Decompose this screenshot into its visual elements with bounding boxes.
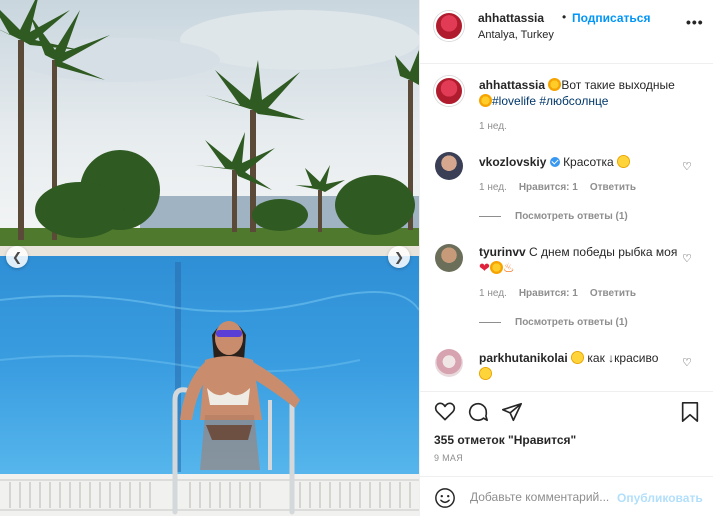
comment-body: Красотка [563, 155, 614, 169]
caption-text: ahhattassia Вот такие выходные #lovelife… [479, 77, 689, 109]
instagram-post: ❮ ❯ ahhattassia • Подписаться Antalya, T… [0, 0, 713, 516]
author-username[interactable]: ahhattassia [478, 11, 544, 25]
view-replies-button[interactable]: Посмотреть ответы (1) [479, 317, 628, 328]
post-date[interactable]: 9 МАЯ [434, 453, 463, 463]
comment-likes-count[interactable]: Нравится: 1 [519, 288, 578, 299]
comment-body: красиво [614, 351, 659, 365]
heart-eyes-emoji-icon [616, 155, 630, 168]
comment-like-heart-icon[interactable]: ♡ [682, 160, 692, 173]
follow-button[interactable]: Подписаться [572, 11, 650, 25]
smiley-icon[interactable] [434, 487, 456, 509]
comment-text: tyurinvv С днем победы рыбка моя ❤ ♨ [479, 244, 689, 276]
comment-meta: 1 нед. Нравится: 1 Ответить [479, 288, 636, 299]
sun-emoji-icon [548, 78, 562, 91]
publish-button[interactable]: Опубликовать [617, 491, 703, 505]
comment-username[interactable]: vkozlovskiy [479, 155, 546, 169]
comment-input[interactable] [470, 487, 620, 507]
previous-photo-button[interactable]: ❮ [6, 246, 28, 268]
post-side-panel: ahhattassia • Подписаться Antalya, Turke… [419, 0, 713, 516]
red-heart-emoji-icon: ❤ [479, 260, 490, 275]
comment-username[interactable]: tyurinvv [479, 245, 526, 259]
comment-likes-count[interactable]: Нравится: 1 [519, 182, 578, 193]
caption-avatar[interactable] [434, 76, 464, 106]
comment-meta: 1 нед. Нравится: 1 Ответить [479, 182, 636, 193]
caption-meta: 1 нед. [479, 121, 507, 132]
post-photo[interactable]: ❮ ❯ [0, 0, 419, 516]
paper-plane-icon[interactable] [501, 401, 523, 423]
comments-list[interactable]: ahhattassia Вот такие выходные #lovelife… [420, 64, 713, 391]
caption-body: Вот такие выходные [561, 78, 675, 92]
post-actions: 355 отметок "Нравится" 9 МАЯ [420, 391, 713, 471]
post-header: ahhattassia • Подписаться Antalya, Turke… [420, 0, 713, 64]
view-replies-button[interactable]: Посмотреть ответы (1) [479, 211, 628, 222]
caption-hashtags[interactable]: #lovelife #любсолнце [492, 94, 608, 108]
post-location[interactable]: Antalya, Turkey [478, 29, 554, 41]
caption-username[interactable]: ahhattassia [479, 78, 545, 92]
header-separator: • [562, 10, 567, 24]
comment-text: parkhutanikolai как ↓красиво [479, 350, 689, 382]
more-options-button[interactable]: ••• [686, 14, 704, 30]
chevron-right-icon: ❯ [393, 250, 405, 264]
pool-scene-illustration [0, 0, 419, 516]
bookmark-icon[interactable] [680, 401, 700, 423]
comment-like-heart-icon[interactable]: ♡ [682, 356, 692, 369]
view-replies-label: Посмотреть ответы (1) [515, 211, 628, 222]
likes-count[interactable]: 355 отметок "Нравится" [434, 433, 576, 447]
comment-like-heart-icon[interactable]: ♡ [682, 252, 692, 265]
author-avatar[interactable] [434, 11, 464, 41]
comment-reply-button[interactable]: Ответить [590, 288, 636, 299]
comment-time[interactable]: 1 нед. [479, 182, 507, 193]
comment-username[interactable]: parkhutanikolai [479, 351, 568, 365]
commenter-avatar[interactable] [435, 244, 463, 272]
comment-icon[interactable] [467, 401, 489, 423]
hands-emoji-icon [489, 261, 503, 274]
replies-divider [479, 322, 501, 323]
comment-text: vkozlovskiy Красотка [479, 154, 689, 170]
comment-body: как [587, 351, 605, 365]
comment-body: С днем победы рыбка моя [529, 245, 678, 259]
commenter-avatar[interactable] [435, 349, 463, 377]
chevron-left-icon: ❮ [11, 250, 23, 264]
add-comment-bar: Опубликовать [420, 476, 713, 516]
smiling-emoji-icon [571, 351, 585, 364]
comment-reply-button[interactable]: Ответить [590, 182, 636, 193]
caption-time[interactable]: 1 нед. [479, 121, 507, 132]
comment-time[interactable]: 1 нед. [479, 288, 507, 299]
heart-icon[interactable] [434, 401, 456, 421]
replies-divider [479, 216, 501, 217]
view-replies-label: Посмотреть ответы (1) [515, 317, 628, 328]
commenter-avatar[interactable] [435, 152, 463, 180]
sun-emoji-icon [479, 94, 492, 107]
fire-emoji-icon: ♨ [502, 260, 515, 275]
next-photo-button[interactable]: ❯ [388, 246, 410, 268]
smiling-emoji-icon [479, 367, 492, 380]
verified-badge-icon [549, 157, 560, 167]
